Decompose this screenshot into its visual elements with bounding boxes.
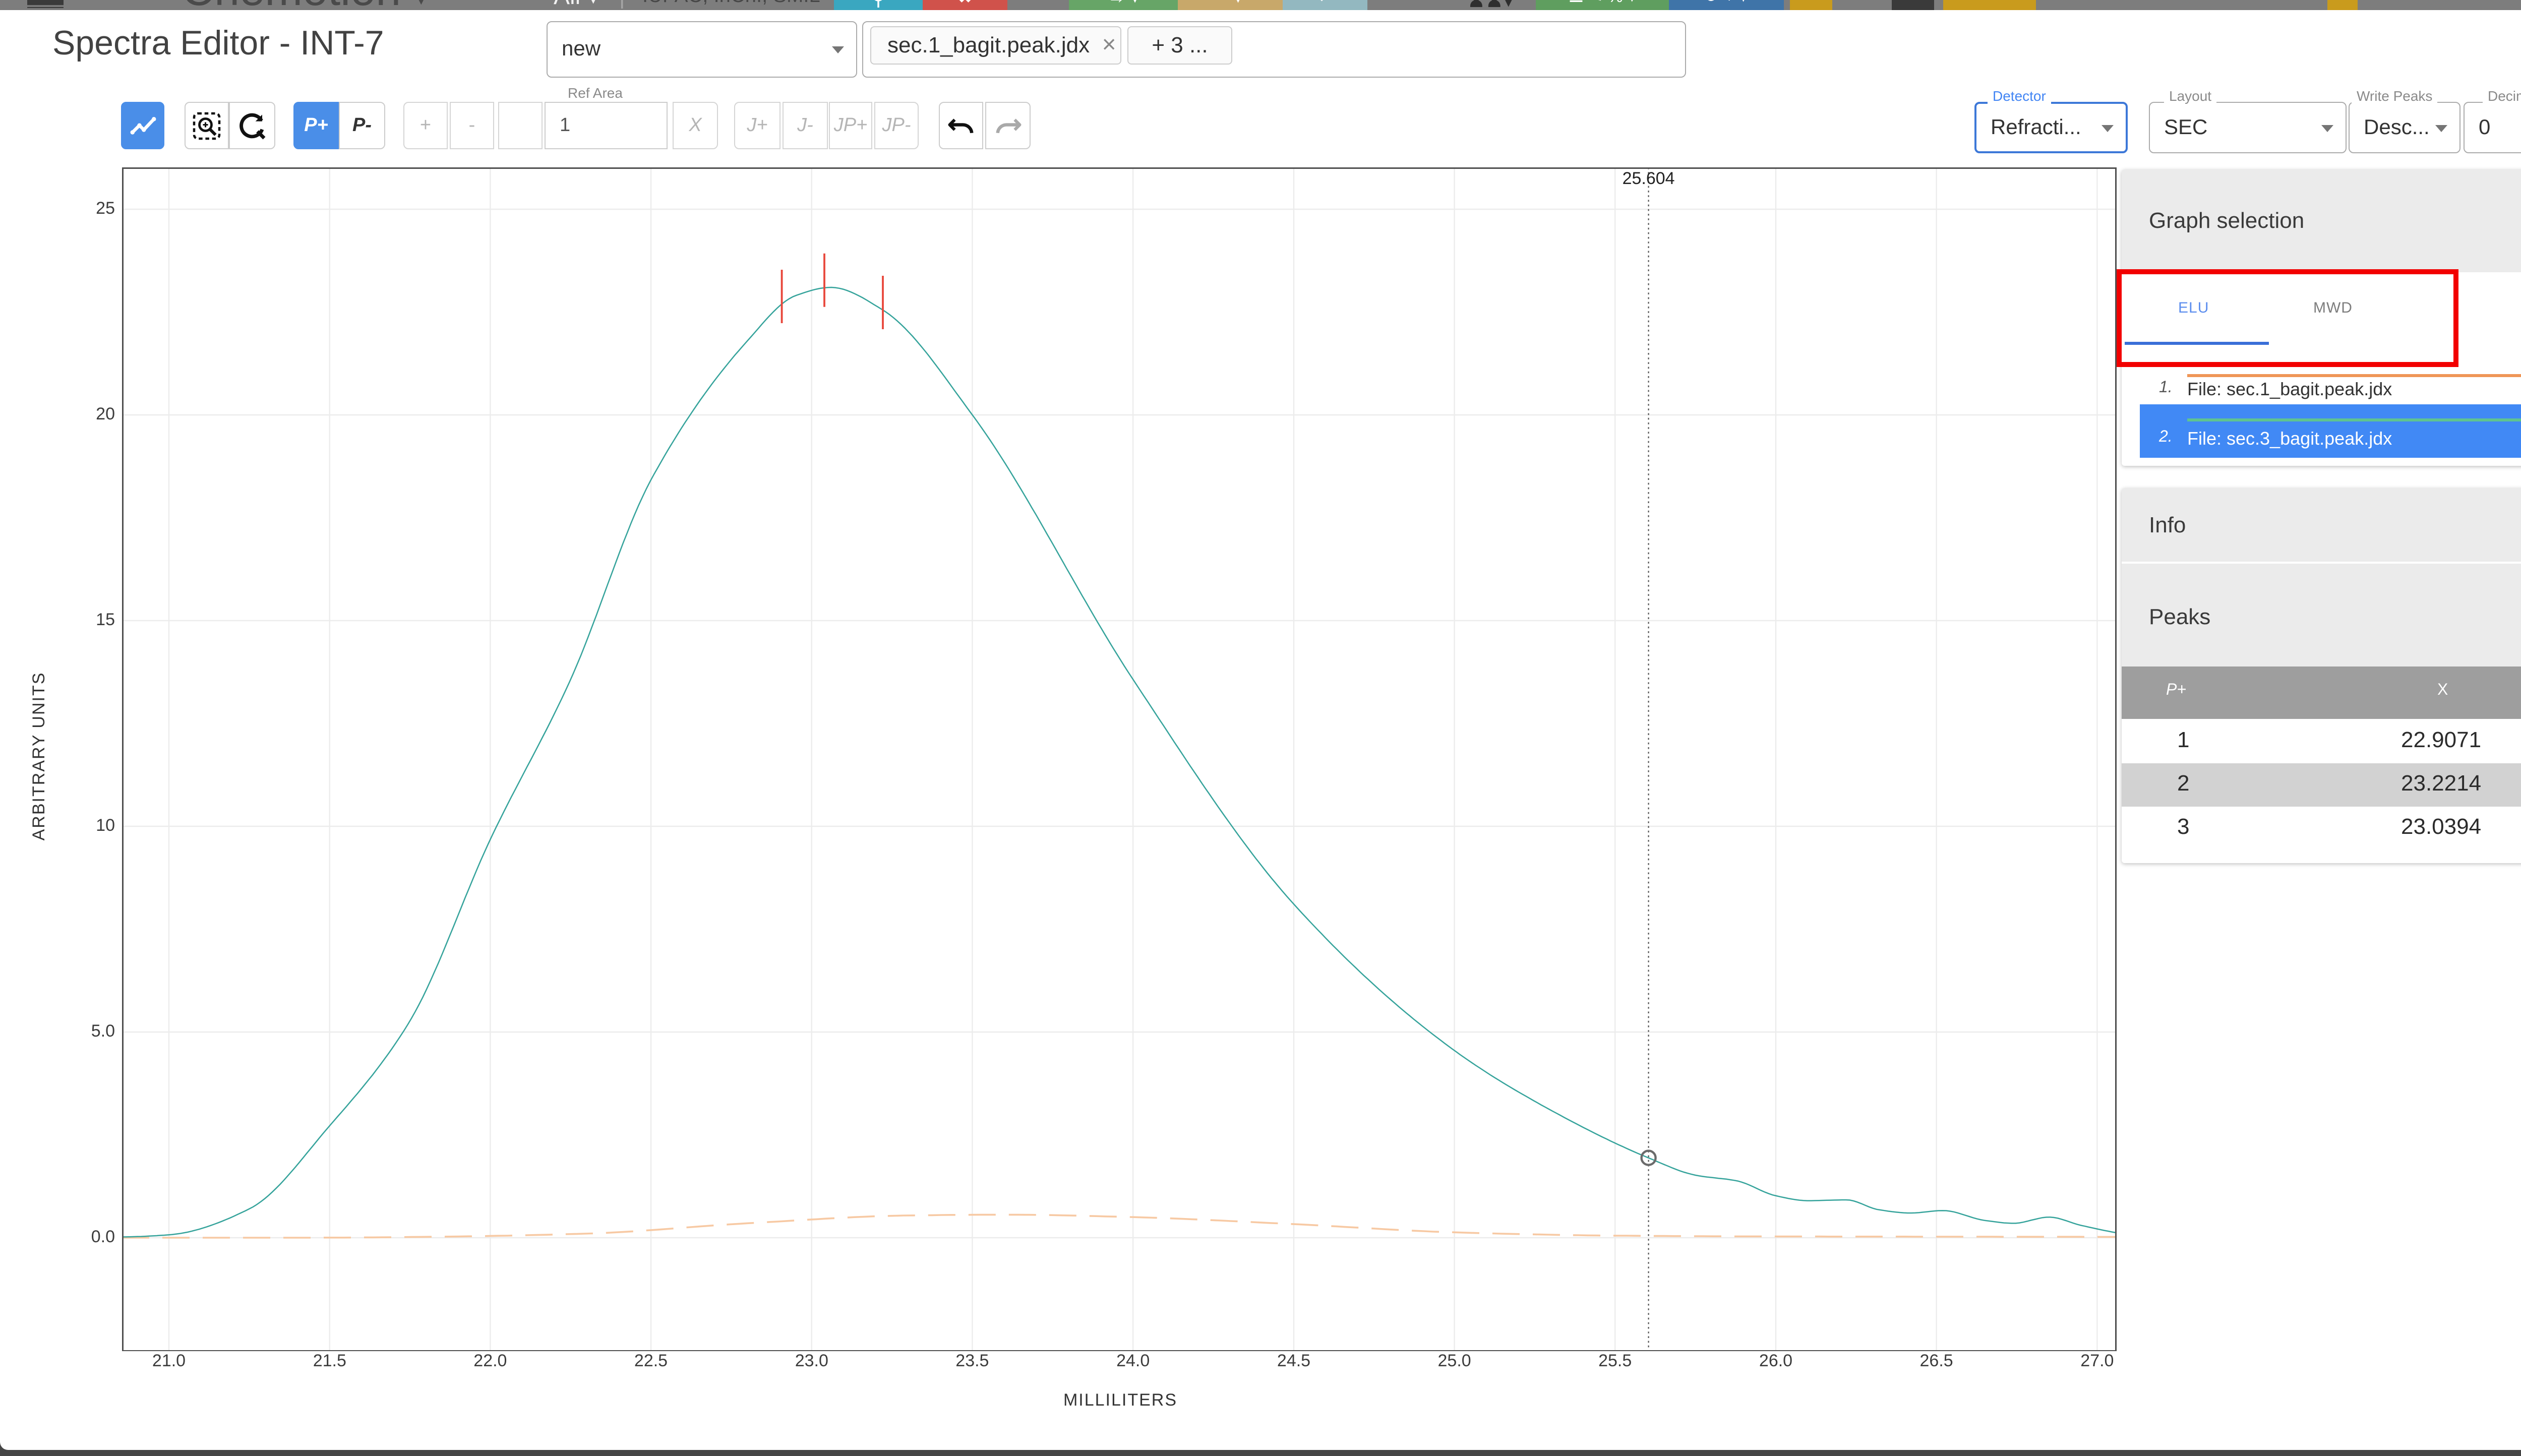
svg-text:25.604: 25.604	[1623, 168, 1675, 188]
